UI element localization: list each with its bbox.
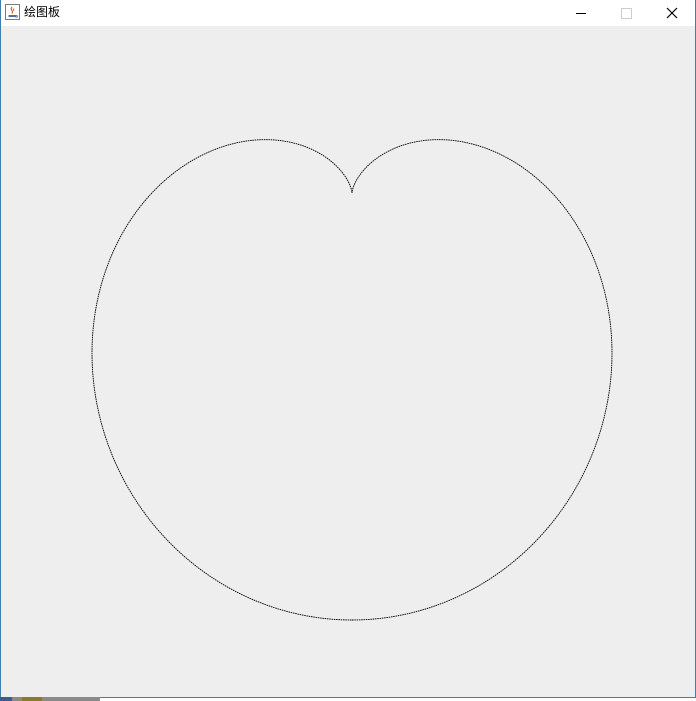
window-title: 绘图板 <box>24 5 61 19</box>
close-icon <box>666 7 678 19</box>
drawing-canvas[interactable] <box>1 26 695 697</box>
taskbar-item <box>0 697 12 701</box>
minimize-button[interactable] <box>558 0 604 26</box>
title-bar[interactable]: 绘图板 <box>1 0 695 26</box>
maximize-icon <box>621 8 632 19</box>
cardioid-curve <box>91 139 613 621</box>
taskbar-item <box>22 697 42 701</box>
java-app-icon[interactable] <box>5 4 20 20</box>
app-window: 绘图板 <box>0 0 696 698</box>
maximize-button[interactable] <box>603 0 649 26</box>
canvas-surface <box>91 139 613 621</box>
taskbar-peek <box>0 697 100 701</box>
close-button[interactable] <box>649 0 695 26</box>
